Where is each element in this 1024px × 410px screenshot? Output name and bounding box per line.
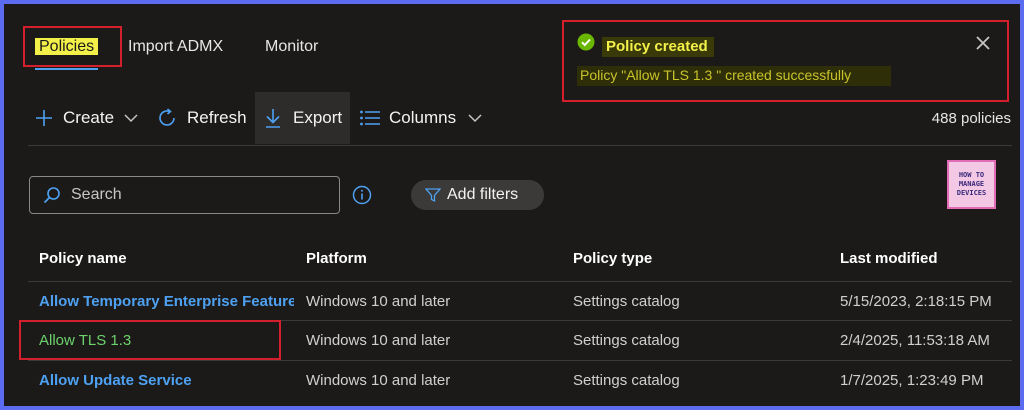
create-button[interactable]: Create — [33, 92, 143, 144]
policy-name-link[interactable]: Allow TLS 1.3 — [39, 332, 131, 349]
header-divider — [28, 281, 1012, 282]
plus-icon — [33, 109, 55, 127]
info-icon[interactable] — [352, 185, 372, 205]
tab-policies-label: Policies — [35, 38, 99, 55]
logo-line-3: DEVICES — [956, 189, 987, 197]
search-placeholder: Search — [71, 186, 122, 203]
how-to-manage-devices-logo: HOW TO MANAGE DEVICES — [947, 160, 996, 209]
funnel-icon — [425, 187, 441, 203]
active-tab-indicator — [35, 68, 98, 70]
policy-type-cell: Settings catalog — [573, 293, 680, 310]
column-header-platform[interactable]: Platform — [306, 250, 367, 267]
columns-list-icon — [359, 109, 381, 127]
add-filters-label: Add filters — [447, 186, 519, 203]
intune-policies-panel: Policies Import ADMX Monitor Policy crea… — [4, 4, 1020, 406]
platform-cell: Windows 10 and later — [306, 332, 451, 349]
policy-count: 488 policies — [931, 110, 1011, 127]
toast-title: Policy created — [606, 38, 708, 55]
last-modified-cell: 2/4/2025, 11:53:18 AM — [840, 332, 990, 349]
platform-cell: Windows 10 and later — [306, 372, 451, 389]
chevron-down-icon — [124, 113, 138, 123]
check-circle-icon — [577, 33, 595, 51]
policy-type-cell: Settings catalog — [573, 372, 680, 389]
tab-policies[interactable]: Policies — [35, 38, 99, 56]
add-filters-button[interactable]: Add filters — [411, 180, 544, 210]
last-modified-cell: 1/7/2025, 1:23:49 PM — [840, 372, 984, 389]
columns-button-label: Columns — [389, 108, 457, 127]
refresh-icon — [156, 107, 178, 129]
policy-name-link[interactable]: Allow Temporary Enterprise Feature — [39, 293, 294, 310]
search-icon — [43, 186, 61, 204]
download-icon — [263, 107, 283, 129]
logo-line-2: MANAGE — [958, 180, 985, 188]
columns-button[interactable]: Columns — [359, 92, 484, 144]
column-header-policy-type[interactable]: Policy type — [573, 250, 652, 267]
tab-import-admx-label: Import ADMX — [128, 38, 224, 55]
platform-cell: Windows 10 and later — [306, 293, 451, 310]
toast-message: Policy "Allow TLS 1.3 " created successf… — [580, 67, 852, 83]
search-input[interactable]: Search — [29, 176, 340, 214]
refresh-button[interactable]: Refresh — [156, 92, 248, 144]
column-header-policy-name[interactable]: Policy name — [39, 250, 127, 267]
policy-type-cell: Settings catalog — [573, 332, 680, 349]
logo-line-1: HOW TO — [958, 171, 985, 179]
column-header-last-modified[interactable]: Last modified — [840, 250, 938, 267]
last-modified-cell: 5/15/2023, 2:18:15 PM — [840, 293, 992, 310]
chevron-down-icon — [468, 113, 482, 123]
export-button-label: Export — [293, 108, 343, 127]
row-divider — [28, 360, 1012, 361]
export-button[interactable]: Export — [255, 92, 350, 144]
tab-monitor[interactable]: Monitor — [265, 38, 318, 56]
create-button-label: Create — [63, 108, 115, 127]
toolbar-divider — [28, 145, 1012, 146]
refresh-button-label: Refresh — [187, 108, 247, 127]
tab-monitor-label: Monitor — [265, 38, 319, 55]
policy-name-link[interactable]: Allow Update Service — [39, 372, 192, 389]
close-icon[interactable] — [973, 33, 993, 53]
policy-created-toast — [562, 20, 1009, 102]
tab-import-admx[interactable]: Import ADMX — [128, 38, 223, 56]
